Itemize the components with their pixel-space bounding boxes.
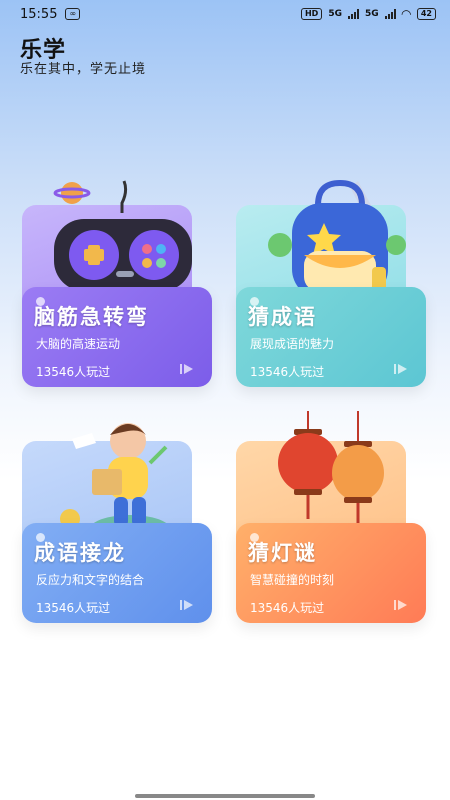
card-brain-teaser[interactable]: 脑筋急转弯 大脑的高速运动 13546人玩过 [22, 180, 212, 425]
card-play-count: 13546人玩过 [36, 601, 111, 615]
battery-icon: 42 [416, 8, 436, 20]
signal-5g-label-2: 5G [364, 9, 379, 19]
card-play-count: 13546人玩过 [250, 601, 325, 615]
signal-5g-label-1: 5G [328, 9, 342, 19]
hd-icon: HD [300, 8, 323, 20]
card-title: 猜成语 [248, 305, 317, 329]
card-panel: 成语接龙 反应力和文字的结合 13546人玩过 [22, 523, 212, 623]
card-guess-idiom[interactable]: 猜成语 展现成语的魅力 13546人玩过 [236, 179, 426, 425]
card-panel: 猜成语 展现成语的魅力 13546人玩过 [236, 287, 426, 387]
card-idiom-chain[interactable]: 成语接龙 反应力和文字的结合 13546人玩过 [22, 423, 212, 661]
card-desc: 反应力和文字的结合 [36, 573, 145, 587]
notification-icon: ∞ [65, 8, 81, 20]
card-play-count: 13546人玩过 [36, 365, 111, 379]
app-subtitle: 乐在其中，学无止境 [20, 62, 147, 77]
card-panel: 脑筋急转弯 大脑的高速运动 13546人玩过 [22, 287, 212, 387]
play-icon[interactable] [394, 363, 412, 375]
card-lantern-riddle[interactable]: 猜灯谜 智慧碰撞的时刻 13546人玩过 [236, 411, 426, 661]
card-play-count: 13546人玩过 [250, 365, 325, 379]
wifi-icon: ◠ [401, 7, 411, 21]
play-icon[interactable] [180, 363, 198, 375]
status-left: 15:55 ∞ [20, 6, 81, 22]
status-bar: 15:55 ∞ HD 5G 5G ◠ 42 [0, 0, 450, 28]
card-title: 成语接龙 [34, 541, 126, 565]
play-icon[interactable] [394, 599, 412, 611]
card-panel: 猜灯谜 智慧碰撞的时刻 13546人玩过 [236, 523, 426, 623]
signal-icon-1 [347, 9, 359, 19]
card-desc: 展现成语的魅力 [250, 337, 335, 351]
status-time: 15:55 [20, 6, 58, 22]
card-desc: 智慧碰撞的时刻 [250, 573, 335, 587]
card-title: 猜灯谜 [248, 541, 317, 565]
signal-icon-2 [384, 9, 396, 19]
status-right: HD 5G 5G ◠ 42 [300, 7, 436, 21]
card-title: 脑筋急转弯 [34, 305, 149, 329]
play-icon[interactable] [180, 599, 198, 611]
card-desc: 大脑的高速运动 [36, 337, 121, 351]
home-indicator[interactable] [135, 794, 315, 798]
